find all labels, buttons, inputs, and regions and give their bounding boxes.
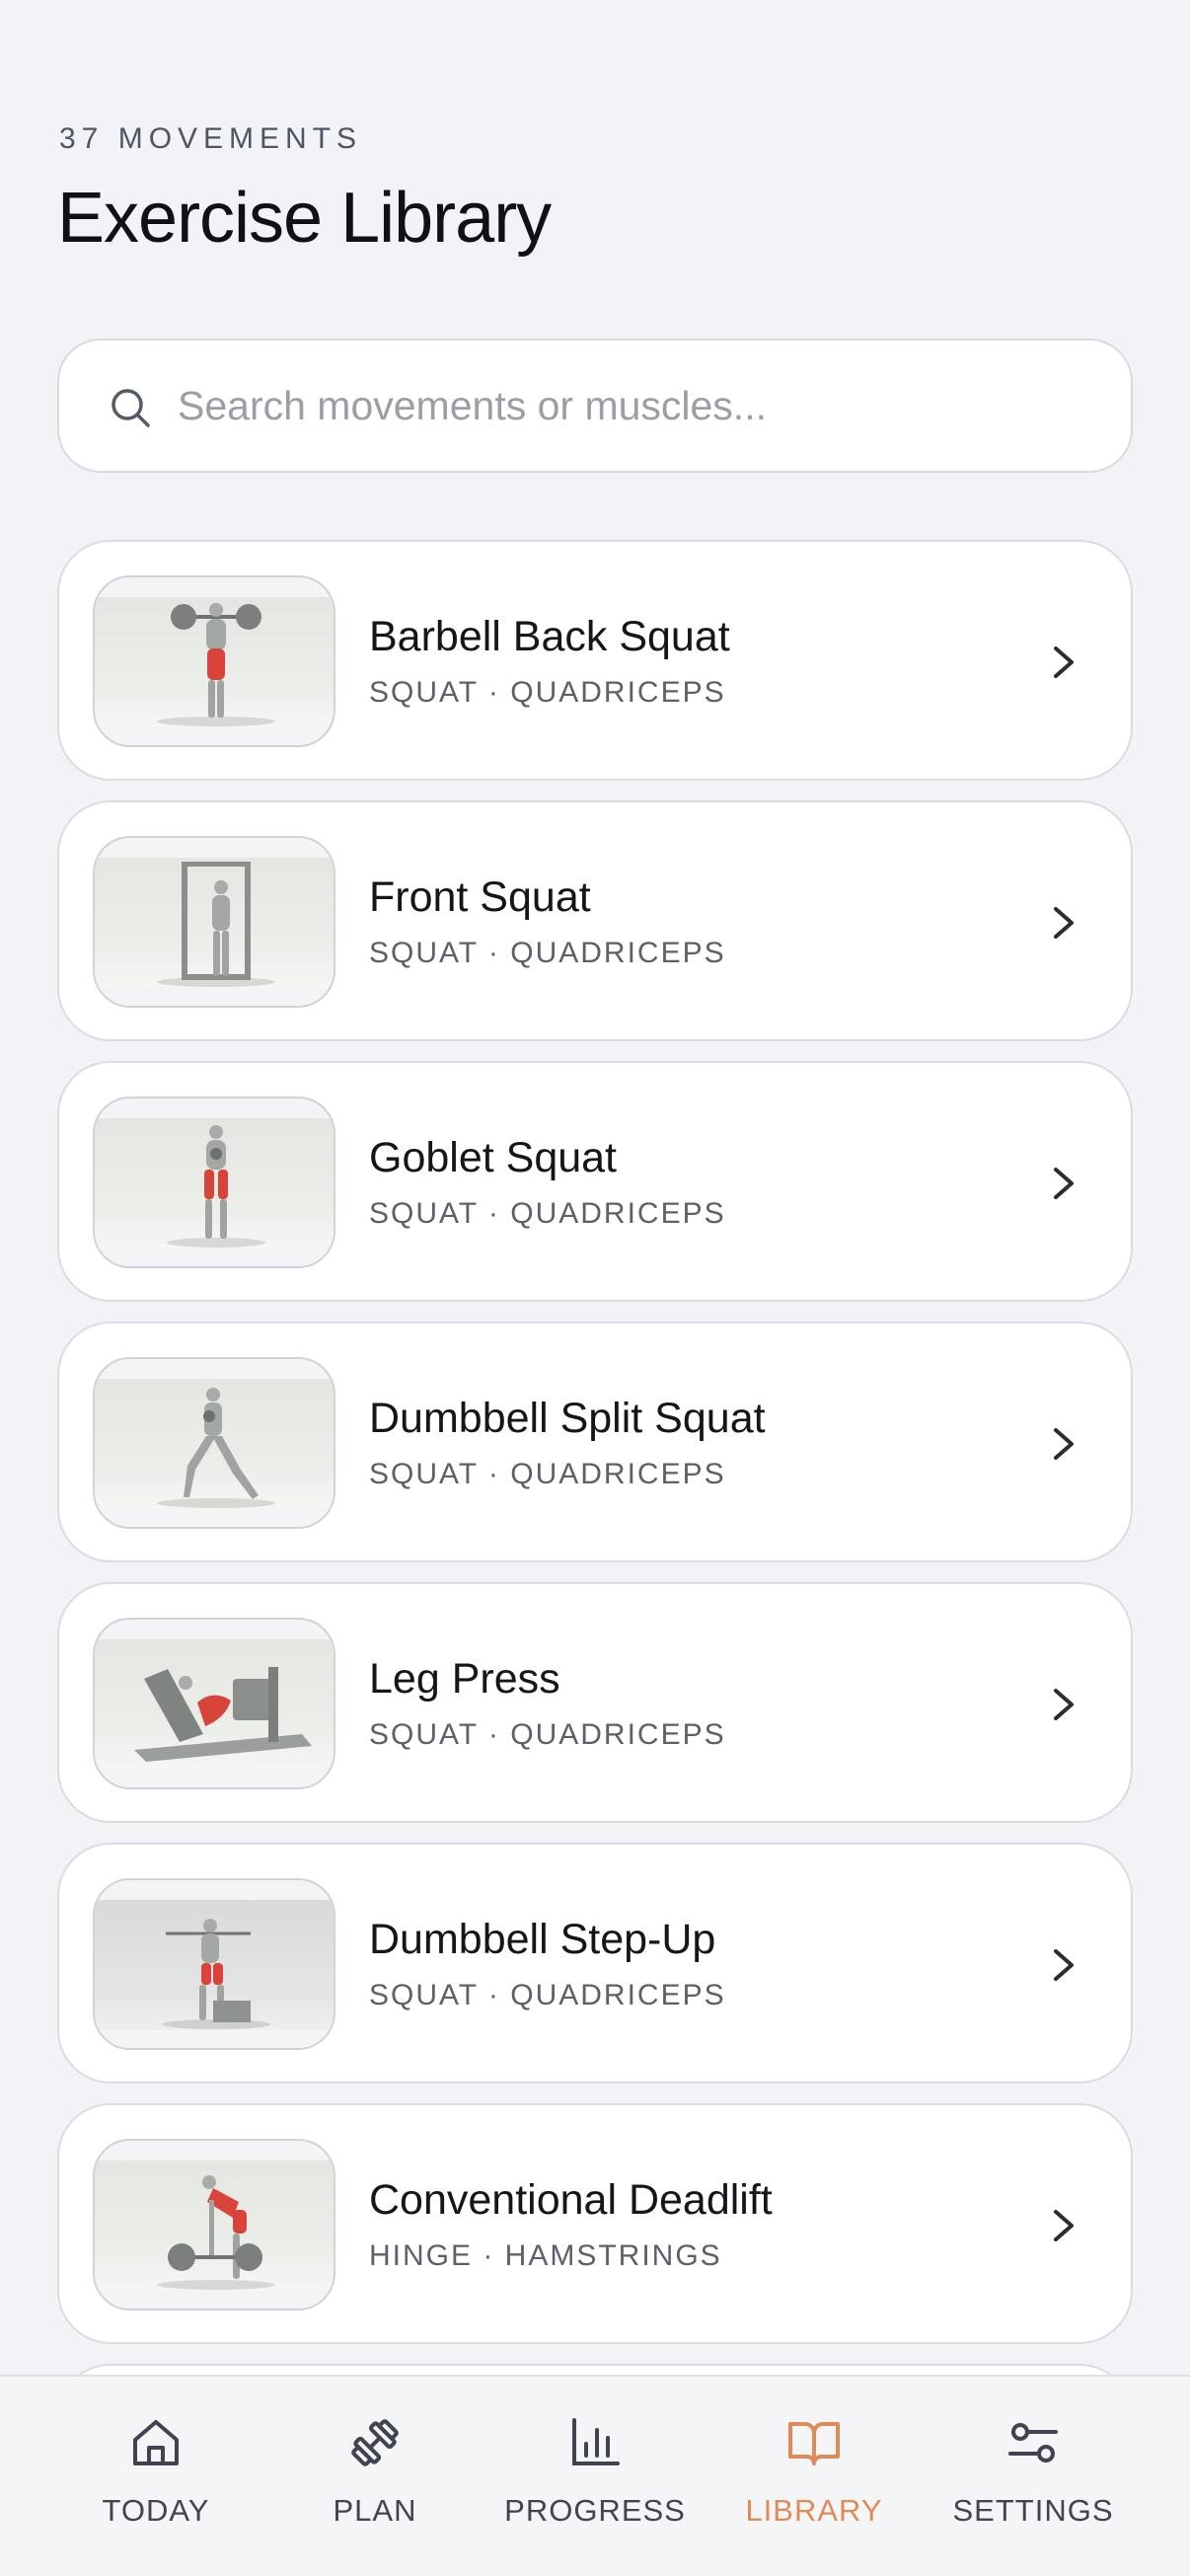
exercise-card-leg-press[interactable]: Leg Press SQUAT · QUADRICEPS	[57, 1582, 1133, 1823]
chevron-right-icon	[1054, 646, 1074, 678]
exercise-category: SQUAT · QUADRICEPS	[369, 1197, 726, 1230]
chevron-right-icon	[1054, 1689, 1074, 1720]
exercise-thumbnail	[93, 1878, 335, 2050]
exercise-card-front-squat[interactable]: Front Squat SQUAT · QUADRICEPS	[57, 800, 1133, 1041]
tab-today[interactable]: TODAY	[57, 2414, 255, 2542]
exercise-thumbnail	[93, 1618, 335, 1789]
exercise-card-conventional-deadlift[interactable]: Conventional Deadlift HINGE · HAMSTRINGS	[57, 2103, 1133, 2344]
sliders-icon	[1008, 2423, 1058, 2462]
exercise-thumbnail	[93, 1097, 335, 1268]
tab-label: PLAN	[333, 2493, 417, 2528]
home-icon	[133, 2420, 179, 2465]
exercise-library-screen: 37 MOVEMENTS Exercise Library Barbell B	[0, 0, 1190, 2576]
exercise-category: SQUAT · QUADRICEPS	[369, 1458, 726, 1490]
chevron-right-icon	[1054, 1949, 1074, 1981]
exercise-thumbnail	[93, 836, 335, 1008]
chevron-right-icon	[1054, 2210, 1074, 2241]
exercise-card-dumbbell-step-up[interactable]: Dumbbell Step-Up SQUAT · QUADRICEPS	[57, 1843, 1133, 2084]
page-title: Exercise Library	[57, 179, 552, 258]
tab-label: LIBRARY	[745, 2493, 883, 2528]
bar-chart-icon	[572, 2418, 620, 2465]
exercise-category: SQUAT · QUADRICEPS	[369, 1718, 726, 1751]
exercise-category: SQUAT · QUADRICEPS	[369, 676, 726, 709]
tab-label: TODAY	[102, 2493, 210, 2528]
exercise-name: Leg Press	[369, 1655, 560, 1703]
tab-settings[interactable]: SETTINGS	[934, 2414, 1132, 2542]
movement-count: 37 MOVEMENTS	[59, 122, 363, 155]
chevron-right-icon	[1054, 1168, 1074, 1199]
tab-library[interactable]: LIBRARY	[715, 2414, 913, 2542]
search-bar[interactable]	[57, 339, 1133, 473]
dumbbell-icon	[351, 2419, 399, 2466]
exercise-category: SQUAT · QUADRICEPS	[369, 1979, 726, 2011]
chevron-right-icon	[1054, 907, 1074, 939]
tab-label: SETTINGS	[952, 2493, 1114, 2528]
exercise-name: Conventional Deadlift	[369, 2176, 773, 2224]
bottom-tab-bar: TODAY PLAN PROGRESS LIBRARY SETTINGS	[0, 2375, 1190, 2576]
exercise-name: Dumbbell Split Squat	[369, 1395, 766, 1442]
exercise-card-goblet-squat[interactable]: Goblet Squat SQUAT · QUADRICEPS	[57, 1061, 1133, 1302]
exercise-category: SQUAT · QUADRICEPS	[369, 937, 726, 969]
exercise-name: Barbell Back Squat	[369, 613, 730, 660]
exercise-card-dumbbell-split-squat[interactable]: Dumbbell Split Squat SQUAT · QUADRICEPS	[57, 1322, 1133, 1562]
tab-label: PROGRESS	[504, 2493, 686, 2528]
tab-plan[interactable]: PLAN	[276, 2414, 474, 2542]
tab-progress[interactable]: PROGRESS	[496, 2414, 694, 2542]
chevron-right-icon	[1054, 1428, 1074, 1460]
search-input[interactable]	[178, 341, 1085, 471]
book-open-icon	[788, 2422, 840, 2465]
exercise-name: Goblet Squat	[369, 1134, 618, 1181]
exercise-name: Dumbbell Step-Up	[369, 1916, 716, 1963]
exercise-name: Front Squat	[369, 873, 591, 921]
exercise-thumbnail	[93, 1357, 335, 1529]
search-icon	[112, 389, 150, 427]
exercise-thumbnail	[93, 575, 335, 747]
exercise-thumbnail	[93, 2139, 335, 2311]
exercise-card-barbell-back-squat[interactable]: Barbell Back Squat SQUAT · QUADRICEPS	[57, 540, 1133, 781]
exercise-category: HINGE · HAMSTRINGS	[369, 2239, 722, 2272]
